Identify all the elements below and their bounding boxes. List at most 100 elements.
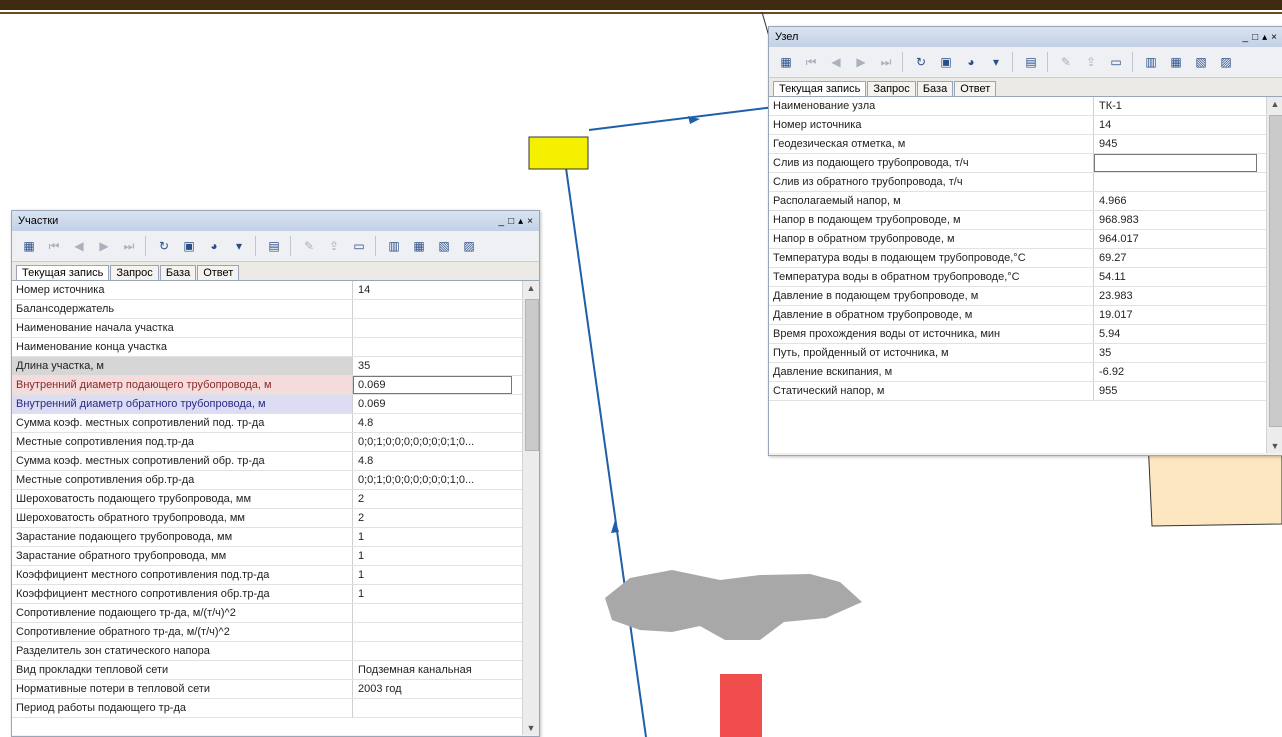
section-property-value[interactable]	[353, 338, 512, 356]
new-document-icon[interactable]: ▤	[1020, 51, 1042, 73]
section-row[interactable]: Внутренний диаметр обратного трубопровод…	[12, 395, 539, 414]
section-property-value[interactable]	[353, 604, 512, 622]
first-record-icon[interactable]: ⏮	[800, 51, 822, 73]
restore-icon[interactable]: ▴	[518, 216, 523, 227]
new-document-icon[interactable]: ▤	[263, 235, 285, 257]
section-property-value[interactable]: 2	[353, 509, 512, 527]
next-record-icon[interactable]: ▶	[93, 235, 115, 257]
node-property-value[interactable]: 69.27	[1094, 249, 1257, 267]
refresh-icon[interactable]: ↻	[153, 235, 175, 257]
section-row[interactable]: Сопротивление обратного тр-да, м/(т/ч)^2	[12, 623, 539, 642]
section-row[interactable]: Наименование начала участка	[12, 319, 539, 338]
scrollbar-thumb[interactable]	[525, 299, 539, 451]
edit-table-icon[interactable]: ▣	[935, 51, 957, 73]
section-property-value[interactable]: Подземная канальная	[353, 661, 512, 679]
node-property-value[interactable]	[1094, 173, 1257, 191]
node-row[interactable]: Время прохождения воды от источника, мин…	[769, 325, 1282, 344]
section-property-value[interactable]: 0;0;1;0;0;0;0;0;0;0;1;0...	[353, 433, 512, 451]
prev-record-icon[interactable]: ◀	[825, 51, 847, 73]
section-property-value[interactable]: 0.069	[353, 395, 512, 413]
save-icon[interactable]: ▥	[383, 235, 405, 257]
section-row[interactable]: Балансодержатель	[12, 300, 539, 319]
section-row[interactable]: Нормативные потери в тепловой сети 2003 г…	[12, 680, 539, 699]
node-property-value[interactable]: 14	[1094, 116, 1257, 134]
node-row[interactable]: Давление в подающем трубопроводе, м 23.98…	[769, 287, 1282, 306]
open-folder-icon[interactable]: ▭	[348, 235, 370, 257]
node-property-value[interactable]: 945	[1094, 135, 1257, 153]
section-row[interactable]: Коэффициент местного сопротивления обр.т…	[12, 585, 539, 604]
section-row[interactable]: Местные сопротивления под.тр-да 0;0;1;0;0…	[12, 433, 539, 452]
first-record-icon[interactable]: ⏮	[43, 235, 65, 257]
export-icon[interactable]: ⇪	[323, 235, 345, 257]
section-row[interactable]: Сумма коэф. местных сопротивлений обр. т…	[12, 452, 539, 471]
section-property-value[interactable]	[353, 300, 512, 318]
tab-base[interactable]: База	[916, 81, 954, 96]
section-property-value[interactable]: 0.069	[353, 376, 512, 394]
grid-view-icon[interactable]: ▦	[18, 235, 40, 257]
edit-table-icon[interactable]: ▣	[178, 235, 200, 257]
last-record-icon[interactable]: ⏭	[118, 235, 140, 257]
save-icon[interactable]: ▥	[1140, 51, 1162, 73]
report-icon[interactable]: ▧	[1190, 51, 1212, 73]
maximize-icon[interactable]: □	[508, 216, 514, 227]
scroll-down-icon[interactable]: ▼	[1267, 441, 1282, 451]
node-row[interactable]: Давление вскипания, м -6.92	[769, 363, 1282, 382]
node-window-titlebar[interactable]: Узел _ □ ▴ ×	[769, 27, 1282, 47]
scroll-up-icon[interactable]: ▲	[1267, 99, 1282, 109]
section-row[interactable]: Коэффициент местного сопротивления под.т…	[12, 566, 539, 585]
section-row[interactable]: Вид прокладки тепловой сети Подземная кан…	[12, 661, 539, 680]
node-row[interactable]: Статический напор, м 955	[769, 382, 1282, 401]
section-row[interactable]: Внутренний диаметр подающего трубопровод…	[12, 376, 539, 395]
section-property-value[interactable]: 2003 год	[353, 680, 512, 698]
section-property-value[interactable]: 1	[353, 547, 512, 565]
section-row[interactable]: Сумма коэф. местных сопротивлений под. т…	[12, 414, 539, 433]
node-row[interactable]: Давление в обратном трубопроводе, м 19.01…	[769, 306, 1282, 325]
tab-base[interactable]: База	[159, 265, 197, 280]
section-property-value[interactable]: 35	[353, 357, 512, 375]
dropdown-arrow-icon[interactable]: ▾	[228, 235, 250, 257]
report-icon[interactable]: ▧	[433, 235, 455, 257]
section-row[interactable]: Зарастание подающего трубопровода, мм 1	[12, 528, 539, 547]
section-property-value[interactable]: 14	[353, 281, 512, 299]
restore-icon[interactable]: ▴	[1262, 32, 1267, 43]
node-property-value[interactable]	[1094, 154, 1257, 172]
close-icon[interactable]: ×	[1271, 32, 1277, 43]
section-property-value[interactable]	[353, 699, 512, 717]
node-row[interactable]: Геодезическая отметка, м 945	[769, 135, 1282, 154]
last-record-icon[interactable]: ⏭	[875, 51, 897, 73]
section-row[interactable]: Номер источника 14	[12, 281, 539, 300]
node-property-value[interactable]: -6.92	[1094, 363, 1257, 381]
node-row[interactable]: Напор в обратном трубопроводе, м 964.017	[769, 230, 1282, 249]
scroll-down-icon[interactable]: ▼	[523, 723, 539, 733]
tab-answer[interactable]: Ответ	[197, 265, 240, 280]
maximize-icon[interactable]: □	[1252, 32, 1258, 43]
pipe-line-vertical[interactable]	[565, 167, 647, 737]
minimize-icon[interactable]: _	[499, 216, 505, 227]
section-row[interactable]: Шероховатость подающего трубопровода, мм…	[12, 490, 539, 509]
node-row[interactable]: Располагаемый напор, м 4.966	[769, 192, 1282, 211]
section-property-value[interactable]: 1	[353, 566, 512, 584]
node-row[interactable]: Наименование узла ТК-1	[769, 97, 1282, 116]
node-property-value[interactable]: ТК-1	[1094, 97, 1257, 115]
section-row[interactable]: Сопротивление подающего тр-да, м/(т/ч)^2	[12, 604, 539, 623]
node-property-value[interactable]: 968.983	[1094, 211, 1257, 229]
node-property-value[interactable]: 5.94	[1094, 325, 1257, 343]
next-record-icon[interactable]: ▶	[850, 51, 872, 73]
section-row[interactable]: Длина участка, м 35	[12, 357, 539, 376]
sections-scrollbar[interactable]: ▲ ▼	[522, 281, 539, 735]
map-layer-icon[interactable]: ◕	[960, 51, 982, 73]
node-row[interactable]: Путь, пройденный от источника, м 35	[769, 344, 1282, 363]
close-icon[interactable]: ×	[527, 216, 533, 227]
node-row[interactable]: Слив из подающего трубопровода, т/ч	[769, 154, 1282, 173]
node-row[interactable]: Номер источника 14	[769, 116, 1282, 135]
scrollbar-thumb[interactable]	[1269, 115, 1282, 427]
prev-record-icon[interactable]: ◀	[68, 235, 90, 257]
tab-answer[interactable]: Ответ	[954, 81, 997, 96]
chart-icon[interactable]: ▨	[1215, 51, 1237, 73]
node-row[interactable]: Слив из обратного трубопровода, т/ч	[769, 173, 1282, 192]
chart-icon[interactable]: ▨	[458, 235, 480, 257]
red-object[interactable]	[720, 674, 762, 737]
section-property-value[interactable]	[353, 319, 512, 337]
node-row[interactable]: Температура воды в обратном трубопроводе…	[769, 268, 1282, 287]
node-property-value[interactable]: 964.017	[1094, 230, 1257, 248]
